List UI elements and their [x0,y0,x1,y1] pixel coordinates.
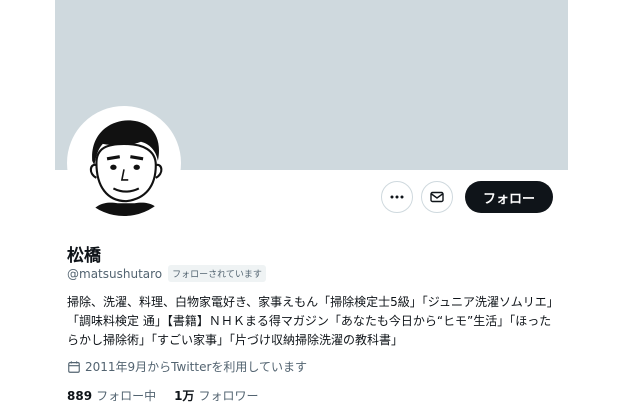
join-date-text: 2011年9月からTwitterを利用しています [85,360,308,374]
message-button[interactable] [420,181,453,213]
display-name: 松橋 [67,246,101,266]
follow-button[interactable]: フォロー [464,181,553,213]
follows-you-badge: フォローされています [168,265,266,282]
following-link[interactable]: 889 フォロー中 [67,387,156,404]
profile-actions: フォロー [380,181,553,213]
profile-page: フォロー 松橋 @matsushutaro フォローされています 掃除、洗濯、料… [55,0,568,413]
join-date: 2011年9月からTwitterを利用しています [67,358,307,375]
profile-bio: 掃除、洗濯、料理、白物家電好き、家事えもん「掃除検定士5級」「ジュニア洗濯ソムリ… [67,295,559,347]
followers-link[interactable]: 1万 フォロワー [174,387,258,404]
avatar-illustration [71,110,177,216]
follow-stats: 889 フォロー中 1万 フォロワー [67,387,258,404]
more-button[interactable] [380,181,413,213]
avatar[interactable] [67,106,181,220]
followers-count: 1万 [174,389,195,403]
mail-icon [430,191,444,203]
handle-row: @matsushutaro フォローされています [67,265,266,282]
following-count: 889 [67,389,93,403]
calendar-icon [68,360,80,373]
following-label: フォロー中 [96,389,157,403]
more-icon [390,195,404,199]
username-handle: @matsushutaro [67,266,163,281]
followers-label: フォロワー [198,389,259,403]
